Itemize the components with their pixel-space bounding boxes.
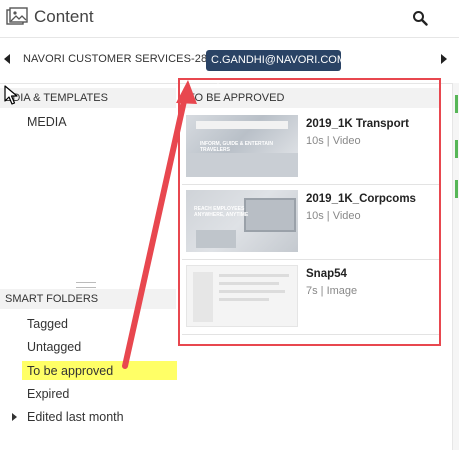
folder-to-be-approved[interactable]: To be approved [27, 364, 113, 378]
status-indicator [455, 180, 458, 198]
scroll-left-icon[interactable] [4, 54, 10, 64]
folder-untagged[interactable]: Untagged [27, 340, 81, 354]
annotation-box [178, 78, 441, 346]
media-templates-header[interactable]: EDIA & TEMPLATES [0, 88, 176, 108]
status-indicator [455, 95, 458, 113]
folder-tagged[interactable]: Tagged [27, 317, 68, 331]
search-icon[interactable] [412, 10, 428, 26]
app-header: Content [0, 0, 459, 38]
smart-folders-header[interactable]: SMART FOLDERS [0, 289, 176, 309]
right-scroll-strip [452, 83, 459, 450]
mouse-cursor-icon [4, 85, 18, 105]
status-indicator [455, 140, 458, 158]
account-name[interactable]: NAVORI CUSTOMER SERVICES-28735 [23, 53, 226, 65]
expand-arrow-icon[interactable] [12, 413, 17, 421]
sidebar-item-media[interactable]: MEDIA [27, 115, 67, 129]
content-icon [6, 7, 28, 25]
scroll-right-icon[interactable] [441, 54, 447, 64]
user-dropdown[interactable]: C.GANDHI@NAVORI.COM▼ [206, 50, 346, 86]
panel-splitter-handle[interactable] [76, 282, 96, 288]
app-title: Content [34, 7, 94, 26]
folder-edited-last-month[interactable]: Edited last month [27, 410, 124, 424]
folder-expired[interactable]: Expired [27, 387, 69, 401]
user-email: C.GANDHI@NAVORI.COM [211, 54, 347, 66]
account-bar: NAVORI CUSTOMER SERVICES-28735 C.GANDHI@… [0, 37, 459, 86]
